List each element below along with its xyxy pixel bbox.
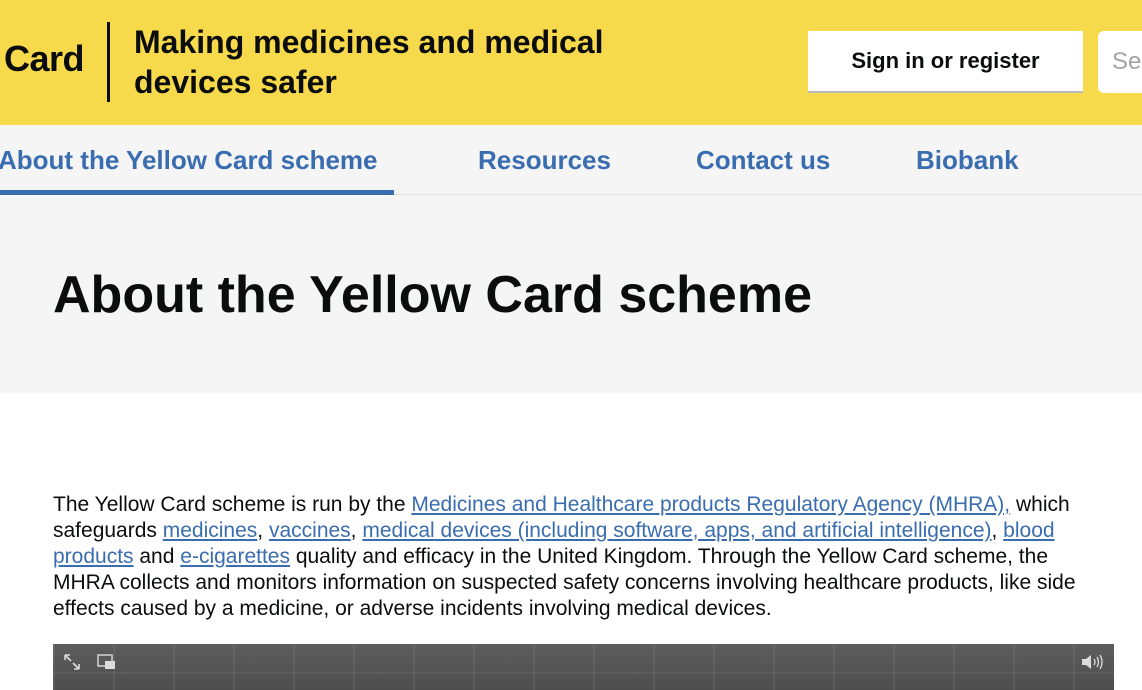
video-frame	[53, 644, 1114, 690]
link-vaccines[interactable]: vaccines	[269, 519, 351, 542]
page-title: About the Yellow Card scheme	[53, 266, 813, 324]
site-header: Card Making medicines and medical device…	[0, 0, 1142, 125]
link-mhra[interactable]: Medicines and Healthcare products Regula…	[411, 493, 1010, 516]
intro-paragraph: The Yellow Card scheme is run by the Med…	[53, 492, 1113, 622]
logo-text[interactable]: Card	[4, 38, 85, 80]
expand-icon[interactable]	[61, 652, 83, 672]
volume-icon[interactable]	[1079, 652, 1105, 672]
intro-text: ,	[350, 519, 363, 542]
intro-text: ,	[991, 519, 1004, 542]
search-input[interactable]	[1098, 31, 1142, 93]
intro-text: The Yellow Card scheme is run by the	[53, 493, 412, 516]
hero-banner: About the Yellow Card scheme	[0, 195, 1142, 393]
logo-divider	[107, 22, 110, 102]
tagline: Making medicines and medical devices saf…	[134, 24, 604, 100]
picture-in-picture-icon[interactable]	[96, 652, 118, 672]
intro-text: ,	[257, 519, 269, 542]
nav-item-about[interactable]: About the Yellow Card scheme	[0, 125, 394, 195]
video-player[interactable]	[53, 644, 1114, 690]
link-medical-devices[interactable]: medical devices (including software, app…	[362, 519, 991, 542]
nav-item-resources[interactable]: Resources	[478, 125, 611, 195]
link-medicines[interactable]: medicines	[163, 519, 258, 542]
intro-text: and	[133, 545, 181, 568]
sign-in-button[interactable]: Sign in or register	[808, 31, 1083, 93]
main-nav: About the Yellow Card scheme Resources C…	[0, 125, 1142, 195]
link-e-cigarettes[interactable]: e-cigarettes	[180, 545, 290, 568]
nav-item-biobank[interactable]: Biobank	[916, 125, 1019, 195]
nav-item-contact[interactable]: Contact us	[696, 125, 830, 195]
